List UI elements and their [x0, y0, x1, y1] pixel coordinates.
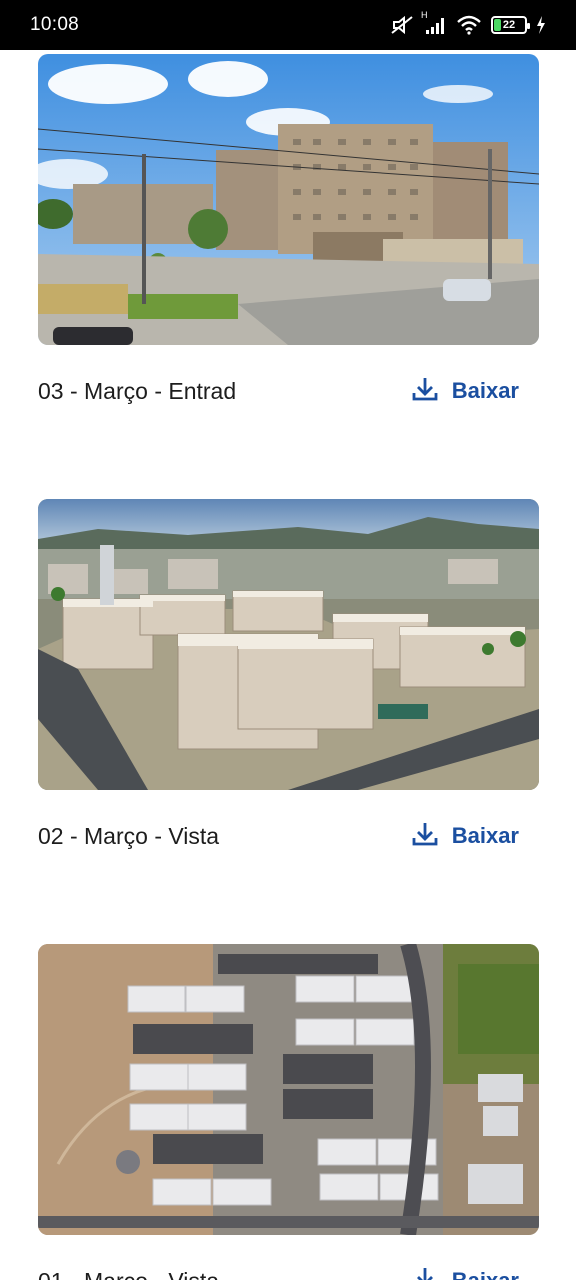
- status-time: 10:08: [30, 14, 80, 35]
- network-type-label: H: [421, 10, 428, 20]
- photo-caption: 02 - Março - Vista: [38, 822, 220, 849]
- gallery-caption-row: 02 - Março - Vista Baixar: [38, 816, 539, 856]
- photo-caption: 01 - Março - Vista: [38, 1268, 219, 1280]
- gallery-photo[interactable]: [38, 54, 539, 345]
- battery-level: 22: [502, 19, 516, 31]
- mute-icon: [390, 15, 414, 35]
- gallery-item: 01 - Março - Vista Baixar: [38, 944, 539, 1280]
- download-button[interactable]: Baixar: [412, 376, 539, 407]
- download-button[interactable]: Baixar: [412, 821, 539, 852]
- download-button[interactable]: Baixar: [412, 1266, 539, 1280]
- signal-icon: H: [421, 10, 447, 34]
- download-icon: [412, 1266, 438, 1280]
- battery-icon: 22: [491, 16, 530, 34]
- status-icons: H 22: [390, 10, 546, 35]
- download-label: Baixar: [452, 1268, 519, 1280]
- gallery-caption-row: 01 - Março - Vista Baixar: [38, 1261, 539, 1280]
- download-label: Baixar: [451, 823, 519, 848]
- download-icon: [412, 821, 438, 852]
- wifi-icon: [456, 15, 482, 35]
- status-bar: 10:08 H 22: [0, 0, 576, 50]
- gallery-caption-row: 03 - Março - Entrad Baixar: [38, 371, 539, 411]
- gallery-photo[interactable]: [38, 499, 539, 790]
- gallery-item: 02 - Março - Vista Baixar: [38, 499, 539, 849]
- gallery-photo[interactable]: [38, 944, 539, 1235]
- download-icon: [412, 376, 438, 407]
- gallery-item: 03 - Março - Entrad Baixar: [38, 54, 539, 404]
- download-label: Baixar: [451, 378, 519, 403]
- photo-caption: 03 - Março - Entrad: [38, 377, 237, 404]
- charging-icon: [536, 16, 546, 34]
